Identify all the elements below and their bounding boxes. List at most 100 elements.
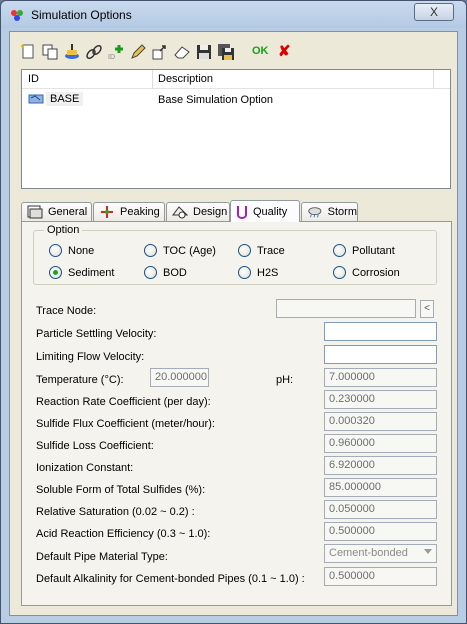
storm-icon xyxy=(308,207,322,218)
ionization-field[interactable]: 6.920000 xyxy=(324,456,437,475)
title-bar[interactable]: Simulation Options X xyxy=(1,1,466,28)
link-icon[interactable] xyxy=(84,42,104,62)
radio-bod[interactable]: BOD xyxy=(144,266,187,279)
network-icon xyxy=(28,94,44,104)
particle-velocity-label: Particle Settling Velocity: xyxy=(36,328,157,340)
column-divider[interactable] xyxy=(152,70,153,89)
radio-none-button[interactable] xyxy=(49,244,62,257)
tab-peaking-label: Peaking xyxy=(120,206,160,218)
add-icon[interactable]: ID xyxy=(106,42,126,62)
save-icon[interactable] xyxy=(194,42,214,62)
tab-design[interactable]: Design xyxy=(166,202,230,221)
radio-sediment-button[interactable] xyxy=(49,266,62,279)
radio-pollutant[interactable]: Pollutant xyxy=(333,244,395,257)
radio-none[interactable]: None xyxy=(49,244,94,257)
sulfide-flux-label: Sulfide Flux Coefficient (meter/hour): xyxy=(36,418,215,430)
radio-toc-age[interactable]: TOC (Age) xyxy=(144,244,216,257)
simulation-options-window: Simulation Options X ID OK ✘ ID Descript… xyxy=(0,0,467,624)
radio-trace[interactable]: Trace xyxy=(238,244,285,257)
tab-general[interactable]: General xyxy=(21,202,92,221)
peaking-icon xyxy=(101,206,113,218)
list-item-id-text: BASE xyxy=(46,92,84,106)
temperature-label: Temperature (°C): xyxy=(36,374,124,386)
chevron-down-icon[interactable] xyxy=(424,549,432,554)
radio-trace-button[interactable] xyxy=(238,244,251,257)
save-all-icon[interactable] xyxy=(216,42,236,62)
dialog-body: ID OK ✘ ID Description BASE Base Simulat… xyxy=(9,31,458,616)
close-button[interactable]: X xyxy=(414,3,454,21)
soluble-form-field[interactable]: 85.000000 xyxy=(324,478,437,497)
radio-h2s-label: H2S xyxy=(257,266,279,279)
pipe-material-select[interactable]: Cement-bonded xyxy=(324,544,437,563)
radio-corrosion-button[interactable] xyxy=(333,266,346,279)
radio-corrosion[interactable]: Corrosion xyxy=(333,266,400,279)
alkalinity-field[interactable]: 0.500000 xyxy=(324,567,437,586)
radio-toc-age-button[interactable] xyxy=(144,244,157,257)
tab-design-label: Design xyxy=(193,206,228,218)
radio-pollutant-button[interactable] xyxy=(333,244,346,257)
list-item-description: Base Simulation Option xyxy=(158,94,273,106)
tab-storm-label: Storm xyxy=(327,206,357,218)
acid-reaction-field[interactable]: 0.500000 xyxy=(324,522,437,541)
alkalinity-label: Default Alkalinity for Cement-bonded Pip… xyxy=(36,573,305,585)
cancel-icon[interactable]: ✘ xyxy=(278,42,294,62)
new-icon[interactable] xyxy=(18,42,38,62)
radio-h2s[interactable]: H2S xyxy=(238,266,278,279)
tab-storm[interactable]: Storm xyxy=(301,202,358,221)
open-icon[interactable] xyxy=(150,42,170,62)
svg-text:ID: ID xyxy=(108,54,115,61)
options-list[interactable]: ID Description BASE Base Simulation Opti… xyxy=(21,69,451,189)
relative-saturation-field[interactable]: 0.050000 xyxy=(324,500,437,519)
radio-bod-button[interactable] xyxy=(144,266,157,279)
list-item-id: BASE xyxy=(28,92,84,106)
trace-node-label: Trace Node: xyxy=(36,305,97,317)
radio-sediment-label: Sediment xyxy=(68,266,115,279)
radio-h2s-button[interactable] xyxy=(238,266,251,279)
temperature-field[interactable]: 20.000000 xyxy=(150,368,209,387)
ph-field[interactable]: 7.000000 xyxy=(324,368,437,387)
list-header: ID Description xyxy=(22,70,450,89)
option-group-label: Option xyxy=(44,224,83,236)
radio-bod-label: BOD xyxy=(163,266,187,279)
trace-node-button[interactable]: < xyxy=(420,300,434,318)
quality-icon xyxy=(237,205,247,219)
tab-quality[interactable]: Quality xyxy=(230,200,300,222)
sulfide-loss-field[interactable]: 0.960000 xyxy=(324,434,437,453)
ok-button[interactable]: OK xyxy=(252,45,274,65)
import-icon[interactable] xyxy=(62,42,82,62)
acid-reaction-label: Acid Reaction Efficiency (0.3 ~ 1.0): xyxy=(36,528,211,540)
edit-icon[interactable] xyxy=(128,42,148,62)
design-icon xyxy=(172,206,188,219)
radio-trace-label: Trace xyxy=(257,244,285,257)
column-divider[interactable] xyxy=(433,70,434,89)
tab-quality-label: Quality xyxy=(253,205,288,218)
tab-peaking[interactable]: Peaking xyxy=(93,202,165,221)
ph-label: pH: xyxy=(276,374,294,386)
copy-icon[interactable] xyxy=(40,42,60,62)
particle-velocity-input[interactable] xyxy=(324,322,437,341)
window-title: Simulation Options xyxy=(31,8,132,22)
limiting-velocity-input[interactable] xyxy=(324,345,437,364)
relative-saturation-label: Relative Saturation (0.02 ~ 0.2) : xyxy=(36,506,195,518)
column-header-id[interactable]: ID xyxy=(28,73,39,85)
radio-pollutant-label: Pollutant xyxy=(352,244,395,257)
trace-node-field[interactable] xyxy=(276,299,416,318)
soluble-form-label: Soluble Form of Total Sulfides (%): xyxy=(36,484,206,496)
general-icon xyxy=(27,205,43,219)
reaction-rate-label: Reaction Rate Coefficient (per day): xyxy=(36,396,211,408)
sulfide-loss-label: Sulfide Loss Coefficient: xyxy=(36,440,154,452)
ionization-label: Ionization Constant: xyxy=(36,462,134,474)
radio-corrosion-label: Corrosion xyxy=(352,266,400,279)
column-header-description[interactable]: Description xyxy=(158,73,213,85)
pipe-material-value: Cement-bonded xyxy=(329,547,408,559)
radio-toc-age-label: TOC (Age) xyxy=(163,244,216,257)
quality-panel: Option None TOC (Age) Trace Pollutant Se… xyxy=(21,221,452,606)
sulfide-flux-field[interactable]: 0.000320 xyxy=(324,412,437,431)
erase-icon[interactable] xyxy=(172,42,192,62)
app-icon xyxy=(11,10,23,21)
reaction-rate-field[interactable]: 0.230000 xyxy=(324,390,437,409)
pipe-material-label: Default Pipe Material Type: xyxy=(36,551,168,563)
list-item[interactable]: BASE Base Simulation Option xyxy=(22,90,450,108)
radio-none-label: None xyxy=(68,244,95,257)
radio-sediment[interactable]: Sediment xyxy=(49,266,114,279)
